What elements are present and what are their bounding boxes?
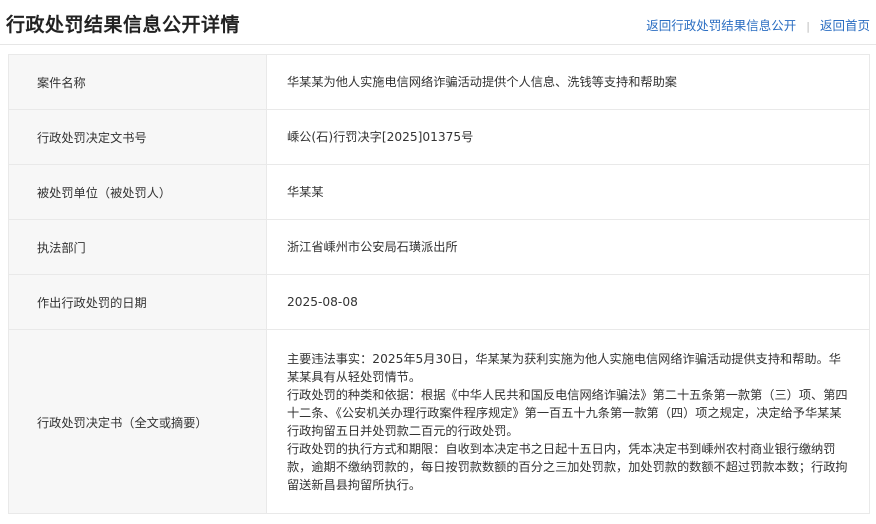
page-title: 行政处罚结果信息公开详情 [6,14,241,36]
case-name-value: 华某某为他人实施电信网络诈骗活动提供个人信息、洗钱等支持和帮助案 [266,54,870,110]
enforcement-department-label: 执法部门 [8,219,267,275]
page-header: 行政处罚结果信息公开详情 返回行政处罚结果信息公开 | 返回首页 [0,0,876,45]
table-row: 案件名称 华某某为他人实施电信网络诈骗活动提供个人信息、洗钱等支持和帮助案 [8,54,870,110]
decision-label: 行政处罚决定书（全文或摘要） [8,329,267,514]
enforcement-department-value: 浙江省嵊州市公安局石璜派出所 [266,219,870,275]
detail-table: 案件名称 华某某为他人实施电信网络诈骗活动提供个人信息、洗钱等支持和帮助案 行政… [8,54,870,514]
penalized-party-value: 华某某 [266,164,870,220]
table-row: 作出行政处罚的日期 2025-08-08 [8,274,870,330]
table-row: 行政处罚决定书（全文或摘要） 主要违法事实：2025年5月30日，华某某为获利实… [8,329,870,514]
table-row: 执法部门 浙江省嵊州市公安局石璜派出所 [8,219,870,275]
decision-paragraph-facts: 主要违法事实：2025年5月30日，华某某为获利实施为他人实施电信网络诈骗活动提… [287,351,841,384]
header-links: 返回行政处罚结果信息公开 | 返回首页 [646,15,870,34]
back-to-list-link[interactable]: 返回行政处罚结果信息公开 [646,18,796,33]
back-to-home-link[interactable]: 返回首页 [820,18,870,33]
document-number-label: 行政处罚决定文书号 [8,109,267,165]
document-number-value: 嵊公(石)行罚决字[2025]01375号 [266,109,870,165]
decision-paragraph-execution: 行政处罚的执行方式和期限：自收到本决定书之日起十五日内，凭本决定书到嵊州农村商业… [287,441,848,492]
penalty-date-label: 作出行政处罚的日期 [8,274,267,330]
detail-table-container: 案件名称 华某某为他人实施电信网络诈骗活动提供个人信息、洗钱等支持和帮助案 行政… [8,54,870,514]
table-row: 行政处罚决定文书号 嵊公(石)行罚决字[2025]01375号 [8,109,870,165]
penalty-date-value: 2025-08-08 [266,274,870,330]
link-separator: | [806,20,810,33]
decision-paragraph-basis: 行政处罚的种类和依据：根据《中华人民共和国反电信网络诈骗法》第二十五条第一款第（… [287,387,848,438]
case-name-label: 案件名称 [8,54,267,110]
penalized-party-label: 被处罚单位（被处罚人） [8,164,267,220]
decision-content: 主要违法事实：2025年5月30日，华某某为获利实施为他人实施电信网络诈骗活动提… [266,329,870,514]
table-row: 被处罚单位（被处罚人） 华某某 [8,164,870,220]
